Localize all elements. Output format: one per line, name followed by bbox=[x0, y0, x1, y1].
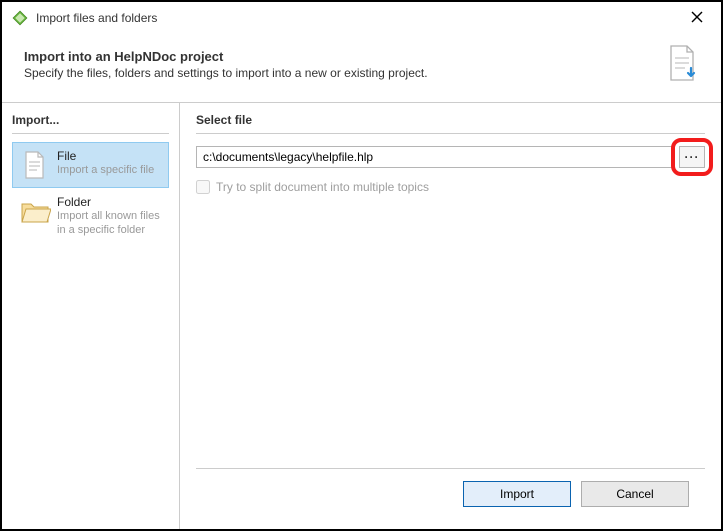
window-title: Import files and folders bbox=[36, 11, 683, 25]
sidebar-item-sublabel: Import a specific file bbox=[57, 164, 154, 178]
path-row: ··· bbox=[196, 146, 705, 168]
split-checkbox[interactable] bbox=[196, 180, 210, 194]
app-icon bbox=[12, 10, 28, 26]
split-label: Try to split document into multiple topi… bbox=[216, 180, 429, 194]
main-header: Select file bbox=[196, 113, 705, 134]
header-subtitle: Specify the files, folders and settings … bbox=[24, 66, 667, 80]
sidebar-item-label: Folder bbox=[57, 195, 162, 210]
main-panel: Select file ··· Try to split document in… bbox=[180, 103, 721, 529]
sidebar: Import... File Import a specific file bbox=[2, 103, 180, 529]
import-button[interactable]: Import bbox=[463, 481, 571, 507]
sidebar-item-label: File bbox=[57, 149, 154, 164]
file-icon bbox=[19, 149, 51, 181]
header: Import into an HelpNDoc project Specify … bbox=[2, 34, 721, 102]
import-dialog: Import files and folders Import into an … bbox=[0, 0, 723, 531]
sidebar-item-folder[interactable]: Folder Import all known files in a speci… bbox=[12, 188, 169, 245]
close-button[interactable] bbox=[683, 11, 711, 26]
footer: Import Cancel bbox=[196, 468, 705, 519]
browse-button[interactable]: ··· bbox=[679, 146, 705, 168]
folder-icon bbox=[19, 195, 51, 227]
header-title: Import into an HelpNDoc project bbox=[24, 49, 667, 64]
ellipsis-icon: ··· bbox=[685, 150, 700, 164]
sidebar-item-file[interactable]: File Import a specific file bbox=[12, 142, 169, 188]
file-path-input[interactable] bbox=[196, 146, 673, 168]
cancel-button[interactable]: Cancel bbox=[581, 481, 689, 507]
titlebar: Import files and folders bbox=[2, 2, 721, 34]
sidebar-header: Import... bbox=[12, 113, 169, 134]
sidebar-item-sublabel: Import all known files in a specific fol… bbox=[57, 210, 162, 238]
split-option-row[interactable]: Try to split document into multiple topi… bbox=[196, 180, 705, 194]
document-import-icon bbox=[667, 44, 699, 84]
